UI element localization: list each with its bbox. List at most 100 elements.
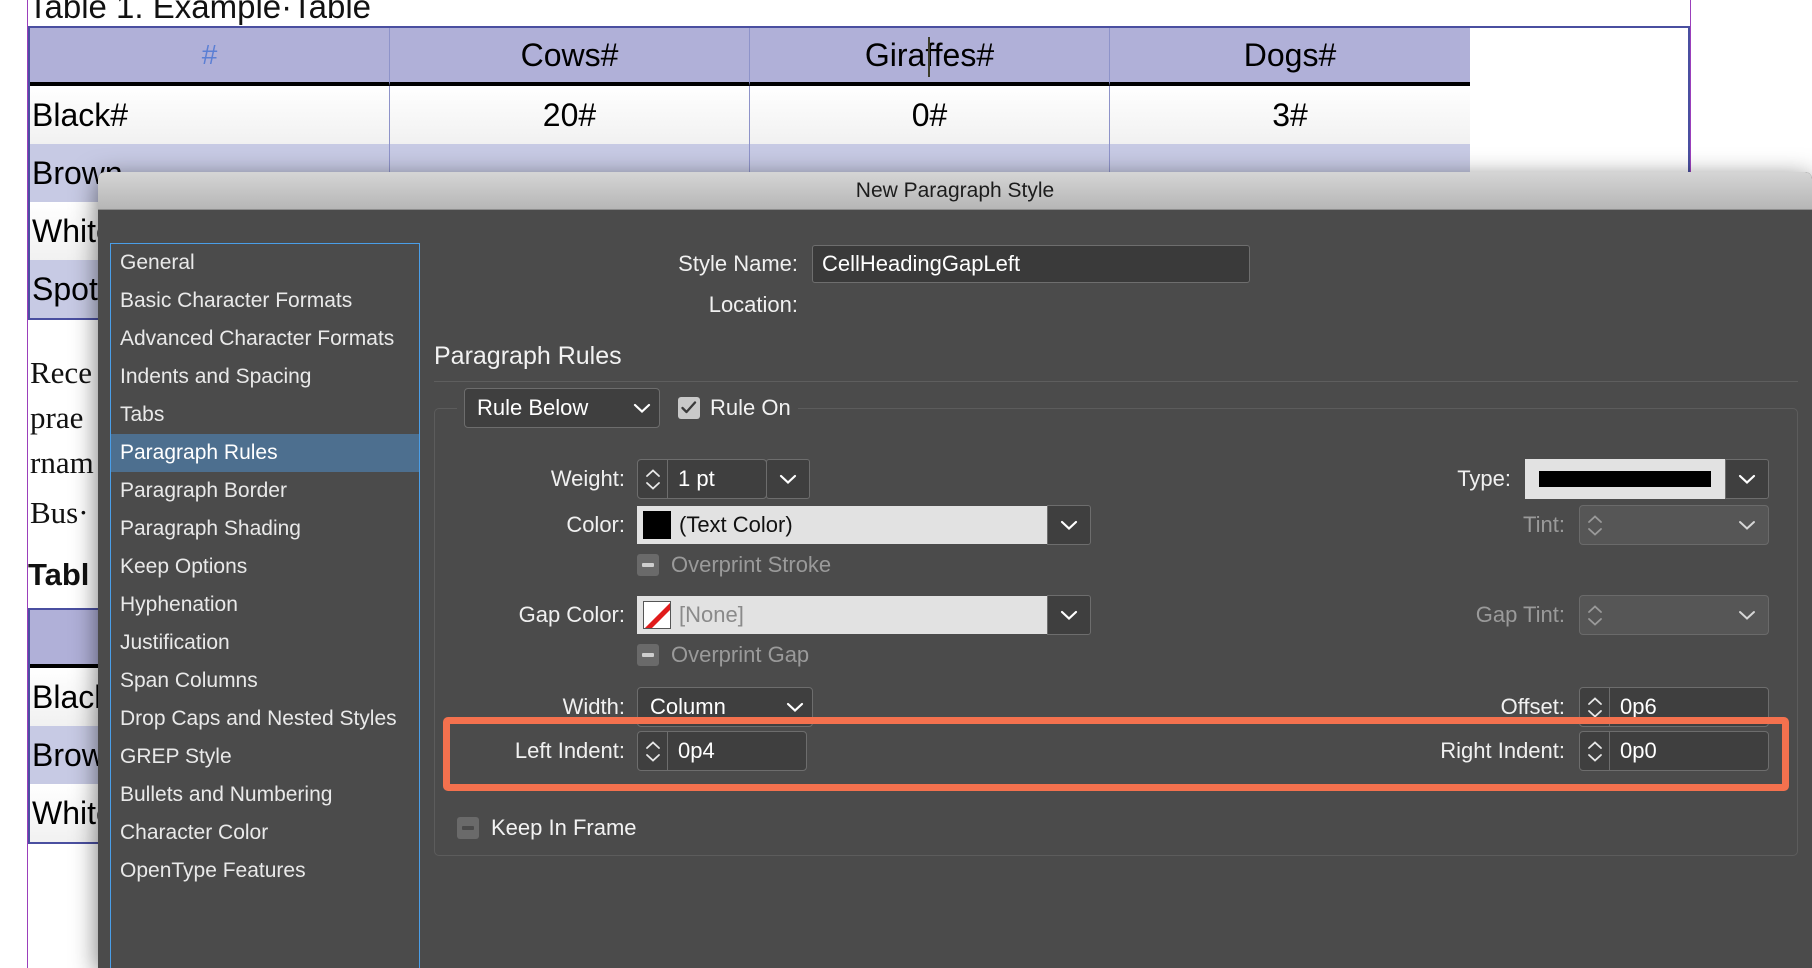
document-table-caption: Table 1. Example·Table (28, 0, 372, 25)
chevron-down-icon (1738, 506, 1768, 544)
left-indent-row: Left Indent: 0p4 (457, 731, 807, 771)
keep-in-frame-checkbox[interactable] (457, 817, 479, 839)
color-label: Color: (566, 512, 625, 537)
dialog-category-list[interactable]: General Basic Character Formats Advanced… (110, 243, 420, 968)
rule-on-checkbox[interactable] (678, 397, 700, 419)
chevron-down-icon (1738, 596, 1768, 634)
type-preview[interactable] (1525, 459, 1725, 499)
sidebar-item-grep-style[interactable]: GREP Style (111, 738, 419, 776)
weight-stepper[interactable]: 1 pt (637, 459, 767, 499)
sidebar-item-label: Indents and Spacing (120, 365, 312, 388)
sidebar-item-label: Tabs (120, 403, 165, 426)
stepper-arrows-icon (1580, 506, 1610, 544)
width-label: Width: (562, 694, 625, 719)
color-swatch-icon (643, 511, 671, 539)
dialog-titlebar[interactable]: New Paragraph Style (98, 172, 1812, 210)
gap-color-field[interactable]: [None] (637, 596, 1047, 634)
type-label: Type: (1457, 466, 1511, 491)
tint-label: Tint: (1523, 512, 1565, 537)
width-select[interactable]: Column (637, 687, 813, 727)
sidebar-item-label: Hyphenation (120, 593, 238, 616)
right-indent-row: Right Indent: 0p0 (1440, 731, 1769, 771)
gap-color-label: Gap Color: (518, 602, 625, 627)
stepper-arrows-icon (1580, 596, 1610, 634)
document-paragraph-line: Bus· (30, 495, 89, 530)
type-row: Type: (1457, 459, 1769, 499)
document-paragraph-line: rnam (30, 445, 94, 480)
weight-value[interactable]: 1 pt (668, 460, 725, 498)
gap-tint-value (1610, 596, 1738, 634)
tint-row: Tint: (1523, 505, 1769, 545)
sidebar-item-paragraph-shading[interactable]: Paragraph Shading (111, 510, 419, 548)
color-value: (Text Color) (679, 512, 793, 537)
sidebar-item-label: Paragraph Rules (120, 441, 278, 464)
width-row: Width: Column (505, 687, 813, 727)
sidebar-item-general[interactable]: General (111, 244, 419, 282)
right-indent-stepper[interactable]: 0p0 (1579, 731, 1769, 771)
sidebar-item-label: Advanced Character Formats (120, 327, 395, 350)
sidebar-item-basic-character-formats[interactable]: Basic Character Formats (111, 282, 419, 320)
sidebar-item-paragraph-rules[interactable]: Paragraph Rules (111, 434, 419, 472)
right-indent-value[interactable]: 0p0 (1610, 732, 1667, 770)
rule-on-checkbox-group[interactable]: Rule On (678, 395, 791, 421)
sidebar-item-drop-caps-and-nested-styles[interactable]: Drop Caps and Nested Styles (111, 700, 419, 738)
table-cell: 3# (1110, 86, 1470, 144)
rule-group-legend: Rule Below Rule On (457, 388, 798, 428)
chevron-down-icon (613, 402, 651, 414)
text-cursor (928, 37, 930, 77)
overprint-stroke-row[interactable]: Overprint Stroke (637, 552, 831, 578)
weight-label: Weight: (550, 466, 625, 491)
sidebar-item-label: General (120, 251, 195, 274)
rule-on-label: Rule On (710, 395, 791, 420)
left-indent-stepper[interactable]: 0p4 (637, 731, 807, 771)
offset-label: Offset: (1500, 694, 1565, 719)
left-indent-value[interactable]: 0p4 (668, 732, 725, 770)
sidebar-item-opentype-features[interactable]: OpenType Features (111, 852, 419, 890)
keep-in-frame-row[interactable]: Keep In Frame (435, 815, 637, 841)
style-name-input[interactable]: CellHeadingGapLeft (812, 245, 1250, 283)
sidebar-item-advanced-character-formats[interactable]: Advanced Character Formats (111, 320, 419, 358)
type-dropdown-button[interactable] (1725, 459, 1769, 499)
gap-tint-stepper (1579, 595, 1769, 635)
table-header-cell: Giraffes# (750, 28, 1110, 86)
overprint-gap-row[interactable]: Overprint Gap (637, 642, 809, 668)
stepper-arrows-icon[interactable] (638, 460, 668, 498)
sidebar-item-bullets-and-numbering[interactable]: Bullets and Numbering (111, 776, 419, 814)
sidebar-item-label: Justification (120, 631, 230, 654)
gap-color-dropdown-button[interactable] (1047, 595, 1091, 635)
rule-position-select[interactable]: Rule Below (464, 388, 660, 428)
sidebar-item-label: Paragraph Border (120, 479, 287, 502)
keep-in-frame-label: Keep In Frame (491, 815, 637, 840)
chevron-down-icon (766, 701, 804, 713)
stepper-arrows-icon[interactable] (1580, 732, 1610, 770)
table-header-cell: # (30, 28, 390, 86)
sidebar-item-hyphenation[interactable]: Hyphenation (111, 586, 419, 624)
stepper-arrows-icon[interactable] (638, 732, 668, 770)
offset-stepper[interactable]: 0p6 (1579, 687, 1769, 727)
weight-dropdown-button[interactable] (766, 459, 810, 499)
sidebar-item-span-columns[interactable]: Span Columns (111, 662, 419, 700)
style-name-label: Style Name: (678, 251, 798, 276)
solid-line-icon (1539, 471, 1711, 487)
table-cell: Black# (30, 86, 390, 144)
sidebar-item-indents-and-spacing[interactable]: Indents and Spacing (111, 358, 419, 396)
sidebar-item-justification[interactable]: Justification (111, 624, 419, 662)
overprint-gap-label: Overprint Gap (671, 642, 810, 667)
sidebar-item-label: Keep Options (120, 555, 248, 578)
gap-tint-label: Gap Tint: (1475, 602, 1565, 627)
sidebar-item-character-color[interactable]: Character Color (111, 814, 419, 852)
sidebar-item-label: Paragraph Shading (120, 517, 301, 540)
sidebar-item-tabs[interactable]: Tabs (111, 396, 419, 434)
color-dropdown-button[interactable] (1047, 505, 1091, 545)
sidebar-item-keep-options[interactable]: Keep Options (111, 548, 419, 586)
color-field[interactable]: (Text Color) (637, 506, 1047, 544)
offset-value[interactable]: 0p6 (1610, 688, 1667, 726)
table-header-row: # Cows# Giraffes# Dogs# (30, 28, 1688, 86)
new-paragraph-style-dialog: New Paragraph Style General Basic Charac… (98, 172, 1812, 968)
stepper-arrows-icon[interactable] (1580, 688, 1610, 726)
sidebar-item-paragraph-border[interactable]: Paragraph Border (111, 472, 419, 510)
text-frame-edge-right (1690, 0, 1691, 180)
left-indent-label: Left Indent: (514, 738, 625, 763)
sidebar-item-label: Bullets and Numbering (120, 783, 333, 806)
dialog-content-panel: Style Name: CellHeadingGapLeft Location:… (434, 232, 1798, 968)
